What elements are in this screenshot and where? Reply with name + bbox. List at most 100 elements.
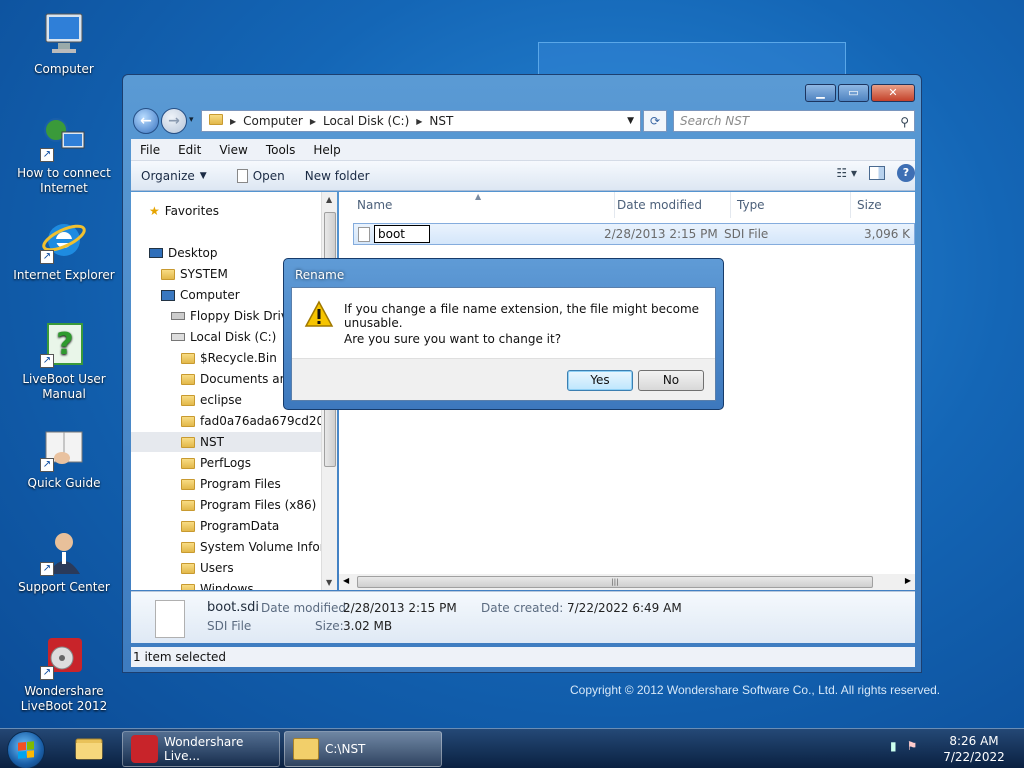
- menu-edit[interactable]: Edit: [169, 143, 210, 157]
- folder-icon: [181, 562, 195, 574]
- desktop-icon-label: LiveBoot User Manual: [22, 372, 106, 401]
- nav-folder[interactable]: $Recycle.Bin: [181, 348, 277, 368]
- nav-folder[interactable]: PerfLogs: [181, 453, 251, 473]
- recent-pages-icon[interactable]: ▾: [189, 115, 194, 125]
- desktop-icon-wondershare-liveboot[interactable]: ↗ Wondershare LiveBoot 2012: [2, 632, 126, 714]
- breadcrumb-local-disk[interactable]: Local Disk (C:): [316, 114, 416, 128]
- breadcrumb-nst[interactable]: NST: [422, 114, 460, 128]
- close-button[interactable]: ✕: [871, 84, 915, 102]
- details-pane: boot.sdi SDI File Date modified: 2/28/20…: [131, 591, 915, 643]
- scroll-right-icon[interactable]: ▶: [905, 576, 911, 585]
- refresh-button[interactable]: ⟳: [643, 110, 667, 132]
- no-button[interactable]: No: [638, 370, 704, 391]
- nav-folder-nst[interactable]: NST: [131, 432, 321, 452]
- nav-folder[interactable]: System Volume Inform: [181, 537, 321, 557]
- nav-folder[interactable]: fad0a76ada679cd20d8: [181, 411, 321, 431]
- nav-folder[interactable]: Windows: [181, 579, 254, 590]
- warning-icon: [304, 300, 334, 328]
- nav-label: Documents and: [200, 372, 295, 386]
- nav-label: Program Files: [200, 477, 281, 491]
- minimize-button[interactable]: ▁: [805, 84, 836, 102]
- folder-icon: [75, 738, 103, 760]
- view-details-icon[interactable]: ☷ ▾: [836, 166, 857, 180]
- scroll-down-icon[interactable]: ▼: [326, 578, 332, 587]
- file-type: SDI File: [724, 227, 769, 241]
- system-tray: ▮ ⚑: [890, 739, 917, 753]
- menu-tools[interactable]: Tools: [257, 143, 305, 157]
- nav-desktop[interactable]: Desktop: [149, 243, 218, 263]
- desktop-icon-label: Quick Guide: [27, 476, 101, 490]
- copyright-text: Copyright © 2012 Wondershare Software Co…: [570, 683, 941, 697]
- rename-dialog: Rename If you change a file name extensi…: [283, 258, 724, 410]
- nav-folder[interactable]: Program Files: [181, 474, 281, 494]
- scroll-up-icon[interactable]: ▲: [326, 195, 332, 204]
- content-horizontal-scrollbar[interactable]: ◀ ||| ▶: [339, 574, 915, 590]
- back-button[interactable]: ←: [133, 108, 159, 134]
- open-button[interactable]: Open: [227, 168, 295, 183]
- desktop-icon-internet-explorer[interactable]: ↗ Internet Explorer: [2, 216, 126, 283]
- new-folder-button[interactable]: New folder: [295, 169, 380, 183]
- details-date-created-label: Date created:: [481, 601, 564, 615]
- computer-icon: [40, 10, 88, 58]
- breadcrumb-computer[interactable]: Computer: [236, 114, 310, 128]
- start-button[interactable]: [7, 731, 45, 768]
- nav-folder[interactable]: ProgramData: [181, 516, 279, 536]
- new-folder-label: New folder: [304, 168, 370, 183]
- liveboot-disc-icon: ↗: [40, 632, 88, 680]
- rename-input[interactable]: boot: [374, 225, 430, 243]
- desktop-icon-label: Internet Explorer: [13, 268, 115, 282]
- network-icon: ↗: [40, 114, 88, 162]
- clock[interactable]: 8:26 AM 7/22/2022: [942, 733, 1006, 765]
- column-size[interactable]: Size: [851, 192, 915, 218]
- nav-system[interactable]: SYSTEM: [161, 264, 228, 284]
- scroll-left-icon[interactable]: ◀: [343, 576, 349, 585]
- desktop-icon-support-center[interactable]: ↗ Support Center: [2, 528, 126, 595]
- user-folder-icon: [161, 268, 175, 280]
- address-dropdown-icon[interactable]: ▼: [627, 116, 634, 126]
- floppy-drive-icon: [171, 312, 185, 320]
- column-type[interactable]: Type: [731, 192, 851, 218]
- nav-floppy[interactable]: Floppy Disk Drive: [171, 306, 295, 326]
- taskbar-item-explorer[interactable]: C:\NST: [284, 731, 442, 767]
- folder-icon: [181, 499, 195, 511]
- menu-view[interactable]: View: [210, 143, 256, 157]
- desktop-icon-liveboot-manual[interactable]: ? ↗ LiveBoot User Manual: [2, 320, 126, 402]
- preview-pane-icon[interactable]: [869, 166, 885, 180]
- action-center-icon[interactable]: ⚑: [907, 739, 918, 753]
- nav-folder[interactable]: eclipse: [181, 390, 242, 410]
- nav-local-disk[interactable]: Local Disk (C:): [171, 327, 276, 347]
- details-file-name: boot.sdi: [207, 600, 260, 615]
- network-tray-icon[interactable]: ▮: [890, 739, 897, 753]
- locked-folder-icon: [181, 373, 195, 385]
- maximize-button[interactable]: ▭: [838, 84, 869, 102]
- taskbar-item-wondershare[interactable]: Wondershare Live...: [122, 731, 280, 767]
- forward-button[interactable]: →: [161, 108, 187, 134]
- address-bar[interactable]: ▶ Computer ▶ Local Disk (C:) ▶ NST ▼: [201, 110, 641, 132]
- liveboot-disc-icon: [131, 735, 159, 763]
- taskbar-explorer-pin[interactable]: [70, 731, 108, 767]
- nav-folder[interactable]: Program Files (x86): [181, 495, 316, 515]
- scroll-thumb[interactable]: |||: [357, 576, 873, 588]
- help-icon[interactable]: ?: [897, 164, 915, 182]
- yes-button[interactable]: Yes: [567, 370, 633, 391]
- desktop-icon-computer[interactable]: Computer: [2, 10, 126, 77]
- file-row[interactable]: boot 2/28/2013 2:15 PM SDI File 3,096 K: [353, 223, 915, 245]
- search-input[interactable]: Search NST ⚲: [673, 110, 915, 132]
- file-size: 3,096 K: [864, 227, 911, 241]
- nav-folder[interactable]: Users: [181, 558, 234, 578]
- folder-icon: [181, 436, 195, 448]
- desktop-icon-how-to-connect[interactable]: ↗ How to connect Internet: [2, 114, 126, 196]
- menu-file[interactable]: File: [131, 143, 169, 157]
- organize-button[interactable]: Organize ▼: [131, 169, 217, 183]
- menu-help[interactable]: Help: [304, 143, 349, 157]
- nav-computer[interactable]: Computer: [161, 285, 240, 305]
- column-name[interactable]: Name: [351, 192, 615, 218]
- dialog-button-area: Yes No: [292, 358, 715, 400]
- column-date-modified[interactable]: Date modified: [611, 192, 731, 218]
- shortcut-arrow-icon: ↗: [40, 354, 54, 368]
- nav-favorites[interactable]: ★ Favorites: [149, 201, 219, 221]
- desktop-icon-quick-guide[interactable]: ↗ Quick Guide: [2, 424, 126, 491]
- nav-folder[interactable]: Documents and: [181, 369, 295, 389]
- status-bar: 1 item selected: [131, 647, 915, 667]
- nav-label: System Volume Inform: [200, 540, 321, 554]
